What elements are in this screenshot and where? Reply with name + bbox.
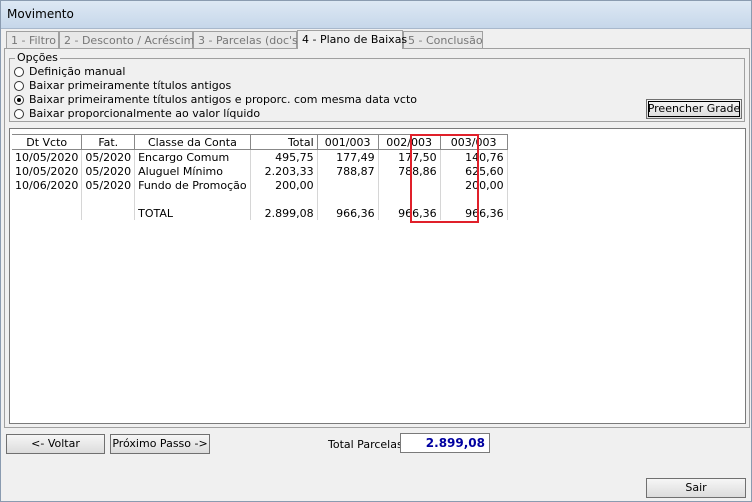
cell-p3[interactable]: 625,60 [440, 164, 508, 178]
col-header-002-003[interactable]: 002/003 [378, 134, 441, 150]
tab-filtro[interactable]: 1 - Filtro [6, 31, 59, 48]
cell-fat[interactable] [81, 192, 136, 206]
cell-p3-sum[interactable]: 966,36 [440, 206, 508, 220]
cell-p2[interactable]: 788,86 [378, 164, 441, 178]
radio-titulos-antigos[interactable]: Baixar primeiramente títulos antigos [14, 79, 231, 93]
cell-total[interactable]: 2.203,33 [250, 164, 318, 178]
cell-fat[interactable]: 05/2020 [81, 149, 136, 164]
cell-total-label[interactable]: TOTAL [134, 206, 251, 220]
cell-total[interactable]: 200,00 [250, 178, 318, 192]
cell-p1[interactable] [317, 178, 379, 192]
radio-definicao-manual[interactable]: Definição manual [14, 65, 125, 79]
cell-p1[interactable]: 177,49 [317, 149, 379, 164]
options-legend: Opções [15, 51, 60, 64]
radio-label: Baixar proporcionalmente ao valor líquid… [29, 107, 261, 120]
cell-p1-sum[interactable]: 966,36 [317, 206, 379, 220]
main-window: Movimento 1 - Filtro 2 - Desconto / Acré… [0, 0, 752, 502]
col-header-fat[interactable]: Fat. [81, 134, 136, 150]
cell-p3[interactable]: 200,00 [440, 178, 508, 192]
next-step-button[interactable]: Próximo Passo -> [110, 434, 210, 454]
radio-checked-icon [14, 95, 24, 105]
radio-label: Baixar primeiramente títulos antigos e p… [29, 93, 418, 106]
total-parcelas-field: 2.899,08 [400, 433, 490, 453]
tab-parcelas[interactable]: 3 - Parcelas (doc's) [193, 31, 302, 48]
exit-button[interactable]: Sair [646, 478, 746, 498]
radio-circle-icon [14, 67, 24, 77]
cell-p1[interactable] [317, 192, 379, 206]
radio-label: Definição manual [29, 65, 126, 78]
cell-total[interactable] [250, 192, 318, 206]
cell-p2[interactable] [378, 178, 441, 192]
window-title: Movimento [7, 7, 74, 21]
cell-p2[interactable] [378, 192, 441, 206]
cell-dt-vcto[interactable]: 10/05/2020 [12, 149, 83, 164]
cell-total[interactable]: 495,75 [250, 149, 318, 164]
table-total-row[interactable]: TOTAL 2.899,08 966,36 966,36 966,36 [12, 206, 508, 220]
title-bar: Movimento [1, 1, 751, 29]
col-header-003-003[interactable]: 003/003 [440, 134, 508, 150]
radio-label: Baixar primeiramente títulos antigos [29, 79, 232, 92]
cell-p1[interactable]: 788,87 [317, 164, 379, 178]
cell-dt-vcto[interactable]: 10/06/2020 [12, 178, 83, 192]
tab-plano-de-baixas[interactable]: 4 - Plano de Baixas [297, 30, 407, 49]
cell-classe[interactable] [134, 192, 251, 206]
cell-fat[interactable]: 05/2020 [81, 164, 136, 178]
cell-dt-vcto[interactable]: 10/05/2020 [12, 164, 83, 178]
cell-dt-vcto[interactable] [12, 192, 83, 206]
cell-classe[interactable]: Aluguel Mínimo [134, 164, 251, 178]
tab-desconto-acrescimo[interactable]: 2 - Desconto / Acréscimo [59, 31, 201, 48]
cell-p3[interactable] [440, 192, 508, 206]
col-header-001-003[interactable]: 001/003 [317, 134, 379, 150]
col-header-dt-vcto[interactable]: Dt Vcto [12, 134, 83, 150]
installments-table: Dt Vcto Fat. Classe da Conta Total 001/0… [12, 134, 508, 220]
table-row-empty[interactable] [12, 192, 508, 206]
table-row[interactable]: 10/05/2020 05/2020 Encargo Comum 495,75 … [12, 149, 508, 164]
cell-fat[interactable]: 05/2020 [81, 178, 136, 192]
back-button[interactable]: <- Voltar [6, 434, 105, 454]
fill-grid-button[interactable]: Preencher Grade [646, 99, 742, 119]
tab-panel: Opções Definição manual Baixar primeiram… [4, 48, 750, 428]
table-header-row: Dt Vcto Fat. Classe da Conta Total 001/0… [12, 134, 508, 150]
cell-classe[interactable]: Encargo Comum [134, 149, 251, 164]
table-row[interactable]: 10/05/2020 05/2020 Aluguel Mínimo 2.203,… [12, 164, 508, 178]
cell-classe[interactable]: Fundo de Promoção [134, 178, 251, 192]
tab-conclusao[interactable]: 5 - Conclusão [403, 31, 483, 48]
cell-p2-sum[interactable]: 966,36 [378, 206, 441, 220]
cell-p2[interactable]: 177,50 [378, 149, 441, 164]
radio-titulos-antigos-proporc[interactable]: Baixar primeiramente títulos antigos e p… [14, 93, 417, 107]
radio-circle-icon [14, 109, 24, 119]
radio-circle-icon [14, 81, 24, 91]
col-header-classe-conta[interactable]: Classe da Conta [134, 134, 251, 150]
installments-grid[interactable]: Dt Vcto Fat. Classe da Conta Total 001/0… [9, 128, 746, 424]
options-group: Opções Definição manual Baixar primeiram… [9, 51, 745, 122]
radio-proporcional-valor-liquido[interactable]: Baixar proporcionalmente ao valor líquid… [14, 107, 260, 121]
col-header-total[interactable]: Total [250, 134, 318, 150]
total-parcelas-label: Total Parcelas [328, 438, 403, 451]
table-row[interactable]: 10/06/2020 05/2020 Fundo de Promoção 200… [12, 178, 508, 192]
cell-dt-vcto[interactable] [12, 206, 83, 220]
cell-fat[interactable] [81, 206, 136, 220]
cell-p3[interactable]: 140,76 [440, 149, 508, 164]
cell-total-sum[interactable]: 2.899,08 [250, 206, 318, 220]
